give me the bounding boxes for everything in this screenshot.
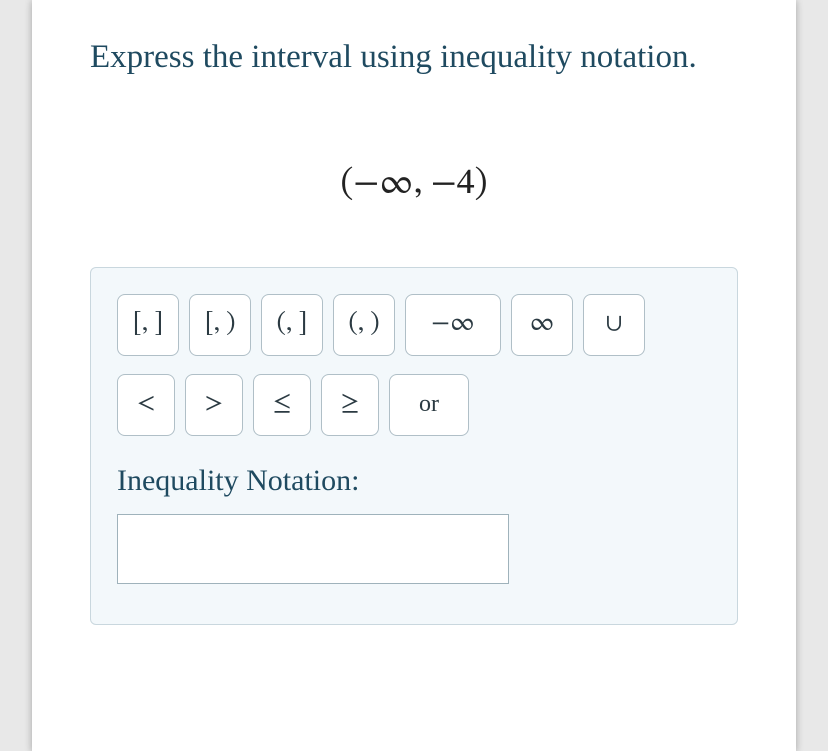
less-than-button[interactable]: < <box>117 374 175 436</box>
neg-infinity-button[interactable]: −∞ <box>405 294 501 356</box>
question-card: Express the interval using inequality no… <box>32 0 796 751</box>
answer-label: Inequality Notation: <box>117 464 711 498</box>
interval-closed-open-button[interactable]: [, ) <box>189 294 251 356</box>
question-prompt: Express the interval using inequality no… <box>90 34 738 82</box>
interval-open-open-button[interactable]: (, ) <box>333 294 395 356</box>
inequality-input[interactable] <box>117 514 509 584</box>
interval-closed-closed-button[interactable]: [, ] <box>117 294 179 356</box>
greater-than-button[interactable]: > <box>185 374 243 436</box>
interval-expression: (−∞, −4) <box>90 162 738 207</box>
palette-row-1: [, ] [, ) (, ] (, ) −∞ ∞ ∪ <box>117 294 711 356</box>
page: Express the interval using inequality no… <box>0 0 828 751</box>
interval-open-closed-button[interactable]: (, ] <box>261 294 323 356</box>
or-button[interactable]: or <box>389 374 469 436</box>
union-button[interactable]: ∪ <box>583 294 645 356</box>
pos-infinity-button[interactable]: ∞ <box>511 294 573 356</box>
greater-equal-button[interactable]: ≥ <box>321 374 379 436</box>
palette-row-2: < > ≤ ≥ or <box>117 374 711 436</box>
less-equal-button[interactable]: ≤ <box>253 374 311 436</box>
answer-panel: [, ] [, ) (, ] (, ) −∞ ∞ ∪ < > ≤ ≥ or In… <box>90 267 738 625</box>
